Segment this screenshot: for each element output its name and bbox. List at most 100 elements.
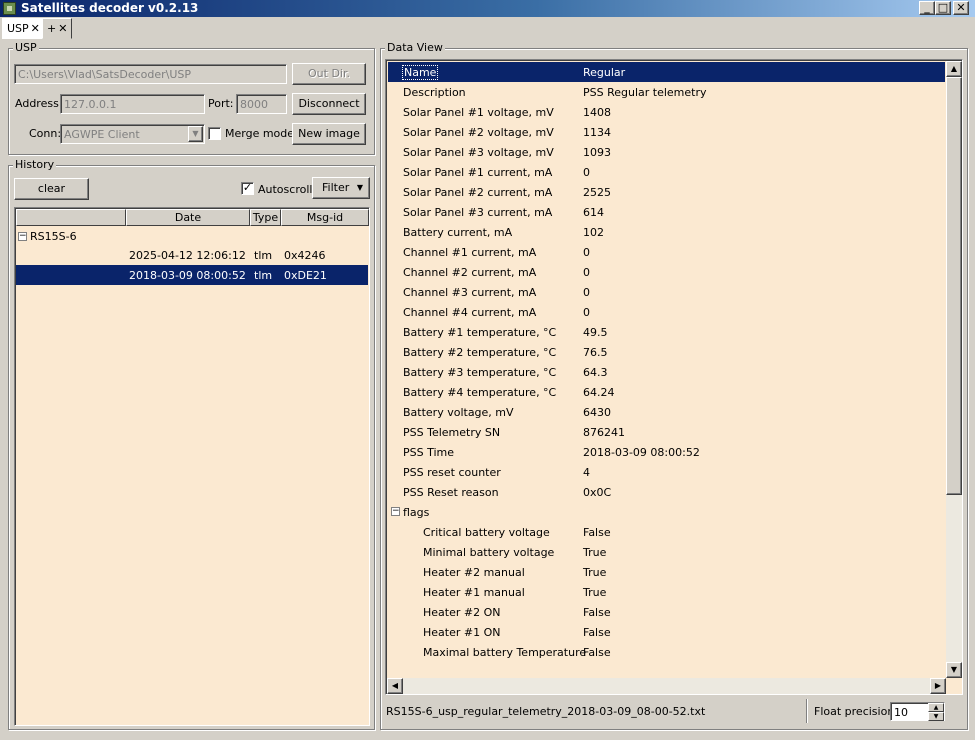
data-row[interactable]: PSS Reset reason 0x0C — [388, 482, 945, 502]
port-field[interactable]: 8000 — [236, 94, 287, 114]
address-label: Address: — [15, 97, 63, 110]
filter-button[interactable]: Filter ▼ — [312, 177, 370, 199]
data-view-tree[interactable]: Name Regular Description PSS Regular teleme… — [385, 59, 963, 695]
spin-down-icon[interactable]: ▼ — [928, 712, 944, 721]
data-row-key: Solar Panel #1 voltage, mV — [403, 106, 554, 119]
maximize-button[interactable]: □ — [935, 1, 951, 15]
data-row-key: Channel #3 current, mA — [403, 286, 537, 299]
column-header-type[interactable]: Type — [250, 209, 281, 226]
status-separator — [806, 699, 808, 723]
column-header-date[interactable]: Date — [126, 209, 250, 226]
tab-close-icon[interactable]: ✕ — [31, 22, 40, 35]
data-row[interactable]: Solar Panel #2 voltage, mV 1134 — [388, 122, 945, 142]
data-row-value: 0 — [583, 266, 590, 279]
data-row[interactable]: Channel #2 current, mA 0 — [388, 262, 945, 282]
data-row[interactable]: Minimal battery voltage True — [388, 542, 945, 562]
data-row[interactable]: PSS Telemetry SN 876241 — [388, 422, 945, 442]
data-row[interactable]: Channel #4 current, mA 0 — [388, 302, 945, 322]
data-row[interactable]: Heater #1 ON False — [388, 622, 945, 642]
data-row[interactable]: PSS reset counter 4 — [388, 462, 945, 482]
scroll-right-icon[interactable]: ▶ — [930, 678, 946, 694]
clear-button[interactable]: clear — [14, 178, 89, 200]
tab-usp[interactable]: USP ✕ — [2, 18, 45, 39]
data-row[interactable]: Battery current, mA 102 — [388, 222, 945, 242]
data-row-key: Minimal battery voltage — [423, 546, 555, 559]
autoscroll-checkbox[interactable]: ✓ — [241, 182, 254, 195]
data-row[interactable]: PSS Time 2018-03-09 08:00:52 — [388, 442, 945, 462]
data-row-key: PSS Reset reason — [403, 486, 499, 499]
data-row-key: Critical battery voltage — [423, 526, 550, 539]
data-row[interactable]: Battery voltage, mV 6430 — [388, 402, 945, 422]
data-row-value: False — [583, 646, 611, 659]
data-row-key: Battery #3 temperature, °C — [403, 366, 557, 379]
data-row[interactable]: Solar Panel #1 voltage, mV 1408 — [388, 102, 945, 122]
data-row[interactable]: Battery #2 temperature, °C 76.5 — [388, 342, 945, 362]
table-row-selected[interactable]: 2018-03-09 08:00:52 tlm 0xDE21 — [16, 265, 368, 285]
out-dir-button[interactable]: Out Dir. — [292, 63, 366, 85]
column-header-blank[interactable] — [16, 209, 126, 226]
scroll-up-icon[interactable]: ▲ — [946, 61, 962, 77]
new-image-button[interactable]: New image — [292, 123, 366, 145]
history-tree[interactable]: Date Type Msg-id − RS15S-6 2025-04-12 12… — [14, 207, 370, 726]
data-row-key: Solar Panel #3 current, mA — [403, 206, 553, 219]
scroll-left-icon[interactable]: ◀ — [387, 678, 403, 694]
tab-add-label: + — [47, 22, 57, 35]
tab-close-icon[interactable]: ✕ — [58, 22, 67, 35]
data-row-key: Battery #2 temperature, °C — [403, 346, 557, 359]
data-row-key: PSS Telemetry SN — [403, 426, 501, 439]
conn-select[interactable]: AGWPE Client ▼ — [60, 124, 205, 144]
data-row-key: PSS reset counter — [403, 466, 501, 479]
data-row[interactable]: Heater #2 ON False — [388, 602, 945, 622]
row-type: tlm — [254, 269, 273, 282]
app-icon — [3, 2, 16, 15]
data-row[interactable]: Name Regular — [388, 62, 945, 82]
filter-label: Filter — [322, 181, 350, 194]
usp-group-label: USP — [13, 41, 39, 54]
spin-up-icon[interactable]: ▲ — [928, 703, 944, 712]
data-row[interactable]: Channel #1 current, mA 0 — [388, 242, 945, 262]
conn-label: Conn: — [29, 127, 62, 140]
data-row[interactable]: Solar Panel #3 voltage, mV 1093 — [388, 142, 945, 162]
disconnect-button[interactable]: Disconnect — [292, 93, 366, 115]
minimize-button[interactable]: _ — [919, 1, 935, 15]
column-header-msg-id[interactable]: Msg-id — [281, 209, 369, 226]
data-row[interactable]: Heater #1 manual True — [388, 582, 945, 602]
data-row[interactable]: − flags — [388, 502, 945, 522]
status-filename: RS15S-6_usp_regular_telemetry_2018-03-09… — [386, 705, 706, 718]
close-button[interactable]: ✕ — [953, 1, 969, 15]
data-row-key: Description — [403, 86, 466, 99]
tab-add[interactable]: + ✕ — [42, 18, 73, 39]
data-row[interactable]: Description PSS Regular telemetry — [388, 82, 945, 102]
table-row[interactable]: 2025-04-12 12:06:12 tlm 0x4246 — [16, 245, 368, 265]
data-row[interactable]: Battery #3 temperature, °C 64.3 — [388, 362, 945, 382]
data-row[interactable]: Channel #3 current, mA 0 — [388, 282, 945, 302]
data-row[interactable]: Heater #2 manual True — [388, 562, 945, 582]
path-field[interactable]: C:\Users\Vlad\SatsDecoder\USP — [14, 64, 287, 84]
data-row-key: Maximal battery Temperature — [423, 646, 587, 659]
merge-mode-checkbox[interactable] — [208, 127, 221, 140]
horizontal-scrollbar[interactable] — [387, 678, 946, 694]
data-row[interactable]: Maximal battery Temperature False — [388, 642, 945, 662]
data-row[interactable]: Solar Panel #3 current, mA 614 — [388, 202, 945, 222]
data-row[interactable]: Critical battery voltage False — [388, 522, 945, 542]
row-type: tlm — [254, 249, 273, 262]
autoscroll-label: Autoscroll — [258, 183, 313, 196]
tree-root-row[interactable]: − RS15S-6 — [16, 227, 368, 247]
data-row[interactable]: Battery #1 temperature, °C 49.5 — [388, 322, 945, 342]
data-row-key: PSS Time — [403, 446, 455, 459]
data-row[interactable]: Battery #4 temperature, °C 64.24 — [388, 382, 945, 402]
data-row-key: Channel #1 current, mA — [403, 246, 537, 259]
row-msg-id: 0xDE21 — [284, 269, 327, 282]
chevron-down-icon[interactable]: ▼ — [188, 126, 203, 142]
vertical-scroll-thumb[interactable] — [946, 77, 962, 495]
collapse-icon[interactable]: − — [18, 232, 27, 241]
collapse-icon[interactable]: − — [391, 507, 400, 516]
address-field[interactable]: 127.0.0.1 — [60, 94, 205, 114]
scroll-down-icon[interactable]: ▼ — [946, 662, 962, 678]
data-row[interactable]: Solar Panel #2 current, mA 2525 — [388, 182, 945, 202]
data-row-value: 0x0C — [583, 486, 612, 499]
data-row-value: 64.24 — [583, 386, 615, 399]
merge-mode-label: Merge mode — [225, 127, 295, 140]
data-row-value: True — [583, 566, 607, 579]
data-row[interactable]: Solar Panel #1 current, mA 0 — [388, 162, 945, 182]
